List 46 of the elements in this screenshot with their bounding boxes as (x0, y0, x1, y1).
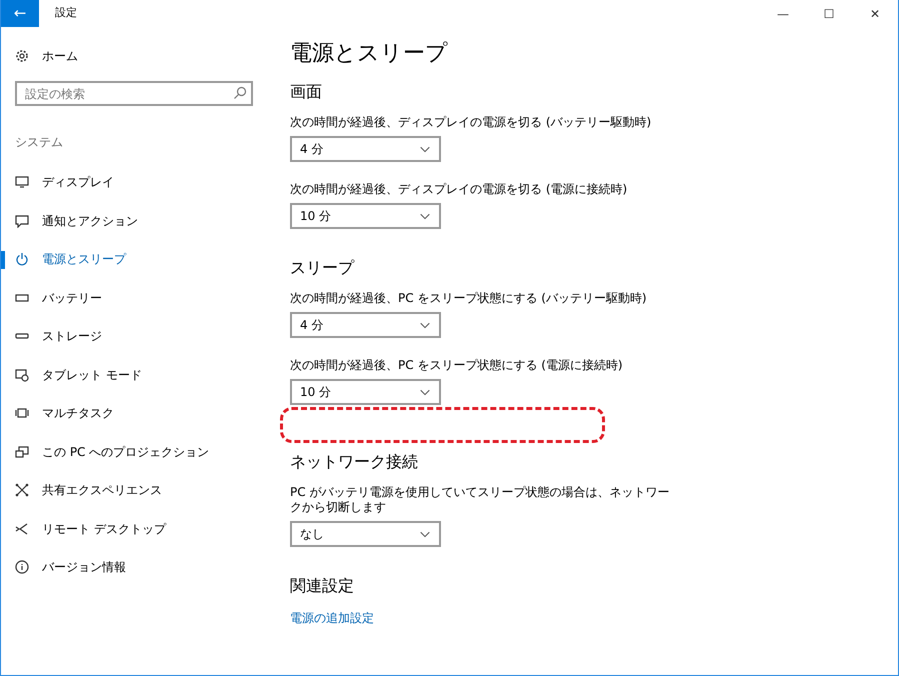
sidebar-item[interactable]: バージョン情報 (1, 548, 271, 586)
share-icon (15, 483, 29, 498)
settings-icon (15, 49, 29, 63)
page-title: 電源とスリープ (290, 40, 449, 68)
dropdown[interactable]: 4 分 (290, 136, 441, 162)
dropdown[interactable]: 4 分 (290, 312, 441, 338)
projection-icon (15, 444, 29, 459)
home-link[interactable]: ホーム (1, 41, 271, 71)
tablet-icon (15, 368, 29, 382)
setting-label: 次の時間が経過後、ディスプレイの電源を切る (電源に接続時) (290, 182, 628, 197)
dropdown[interactable]: なし (290, 521, 441, 547)
section-heading: ネットワーク接続 (290, 451, 419, 473)
maximize-button[interactable]: ☐ (806, 0, 852, 27)
section-heading: 画面 (290, 81, 323, 103)
minimize-button[interactable]: — (760, 0, 806, 27)
back-button[interactable]: ← (1, 0, 39, 27)
section-label: システム (14, 134, 64, 151)
setting-label: 次の時間が経過後、PC をスリープ状態にする (電源に接続時) (290, 358, 624, 373)
settings-link[interactable]: 電源の追加設定 (290, 611, 374, 625)
setting-label: 次の時間が経過後、ディスプレイの電源を切る (バッテリー駆動時) (290, 115, 652, 130)
power-icon (15, 252, 29, 266)
window-title: 設定 (55, 5, 77, 22)
windows-icon (15, 406, 29, 420)
sidebar-item[interactable]: 共有エクスペリエンス (1, 471, 271, 510)
section-heading: スリープ (290, 257, 356, 279)
remote-icon (15, 522, 29, 536)
display-icon (15, 175, 29, 190)
dropdown[interactable]: 10 分 (290, 203, 441, 229)
search-icon (233, 86, 247, 100)
sidebar-item[interactable]: 電源とスリープ (1, 240, 271, 278)
sidebar-item[interactable]: リモート デスクトップ (1, 510, 271, 548)
sidebar-item[interactable]: タブレット モード (1, 356, 271, 394)
section-heading: 関連設定 (290, 575, 355, 597)
sidebar-item[interactable]: 通知とアクション (1, 202, 271, 240)
sidebar-item[interactable]: ディスプレイ (1, 163, 271, 202)
chat-bubble-icon (15, 214, 29, 228)
sidebar-item[interactable]: マルチタスク (1, 394, 271, 432)
setting-label: 次の時間が経過後、PC をスリープ状態にする (バッテリー駆動時) (290, 291, 648, 306)
sidebar-item[interactable]: この PC へのプロジェクション (1, 432, 271, 471)
info-icon (15, 560, 29, 574)
setting-label: PC がバッテリ電源を使用していてスリープ状態の場合は、ネットワークから切断します (290, 485, 670, 515)
sidebar-item[interactable]: バッテリー (1, 278, 271, 317)
sidebar-item[interactable]: ストレージ (1, 317, 271, 356)
dropdown[interactable]: 10 分 (290, 379, 441, 405)
close-button[interactable]: ✕ (852, 0, 898, 27)
search-field[interactable]: 設定の検索 (15, 81, 253, 106)
